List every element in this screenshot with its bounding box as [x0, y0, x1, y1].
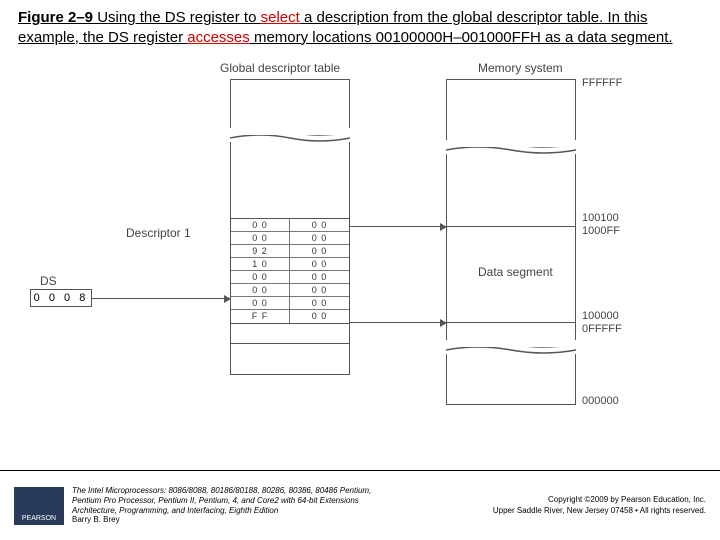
descriptor-byte: 0 0: [290, 297, 349, 309]
ds-label: DS: [40, 274, 57, 288]
addr-mid-upper-b: 1000FF: [582, 225, 620, 237]
seg-top-line: [446, 226, 576, 227]
gdt-divider: [230, 343, 350, 344]
highlight-select: select: [261, 9, 300, 26]
descriptor-byte: 0 0: [231, 271, 290, 283]
descriptor-byte: 9 2: [231, 245, 290, 257]
descriptor-row: 0 00 0: [231, 219, 349, 232]
footer-book-info: The Intel Microprocessors: 8086/8088, 80…: [72, 486, 371, 524]
footer: PEARSON The Intel Microprocessors: 8086/…: [0, 470, 720, 540]
descriptor-byte: 0 0: [290, 245, 349, 257]
descriptor-byte: 0 0: [290, 271, 349, 283]
descriptor-row: 0 00 0: [231, 284, 349, 297]
descriptor-byte: 0 0: [231, 232, 290, 244]
descriptor-byte: 0 0: [231, 284, 290, 296]
data-segment-label: Data segment: [478, 265, 553, 279]
descriptor-row: 0 00 0: [231, 232, 349, 245]
descriptor-byte: 1 0: [231, 258, 290, 270]
descriptor-byte: 0 0: [290, 310, 349, 323]
addr-mid-lower-a: 100000: [582, 310, 619, 322]
memory-label: Memory system: [478, 61, 563, 75]
descriptor-byte: 0 0: [290, 258, 349, 270]
diagram-area: DS 0 0 0 8 Descriptor 1 Global descripto…: [0, 51, 720, 441]
seg-bot-line: [446, 322, 576, 323]
descriptor-row: 0 00 0: [231, 271, 349, 284]
descriptor1-label: Descriptor 1: [126, 226, 191, 240]
descriptor-row: F F0 0: [231, 310, 349, 323]
gdt-label: Global descriptor table: [220, 61, 340, 75]
descriptor-byte: 0 0: [290, 219, 349, 231]
descriptor-byte: 0 0: [290, 232, 349, 244]
descriptor-byte: 0 0: [231, 219, 290, 231]
ds-arrow: [92, 298, 230, 299]
highlight-accesses: accesses: [187, 29, 250, 46]
addr-bottom: 000000: [582, 395, 619, 407]
footer-copyright: Copyright ©2009 by Pearson Education, In…: [493, 495, 706, 516]
figure-caption: Figure 2–9 Using the DS register to sele…: [0, 0, 720, 51]
descriptor-row: 1 00 0: [231, 258, 349, 271]
addr-mid-lower-b: 0FFFFF: [582, 323, 622, 335]
descriptor-byte: F F: [231, 310, 290, 323]
desc-to-mem-arrow-bottom: [350, 322, 446, 323]
descriptor-byte: 0 0: [231, 297, 290, 309]
descriptor-byte: 0 0: [290, 284, 349, 296]
addr-top: FFFFFF: [582, 77, 622, 89]
ds-register-box: 0 0 0 8: [30, 289, 92, 307]
desc-to-mem-arrow-top: [350, 226, 446, 227]
pearson-logo: PEARSON: [14, 487, 64, 525]
descriptor-bytes-table: 0 00 00 00 09 20 01 00 00 00 00 00 00 00…: [230, 218, 350, 324]
memory-box: [446, 79, 576, 405]
descriptor-row: 9 20 0: [231, 245, 349, 258]
descriptor-row: 0 00 0: [231, 297, 349, 310]
addr-mid-upper-a: 100100: [582, 212, 619, 224]
figure-number: Figure 2–9: [18, 9, 93, 26]
